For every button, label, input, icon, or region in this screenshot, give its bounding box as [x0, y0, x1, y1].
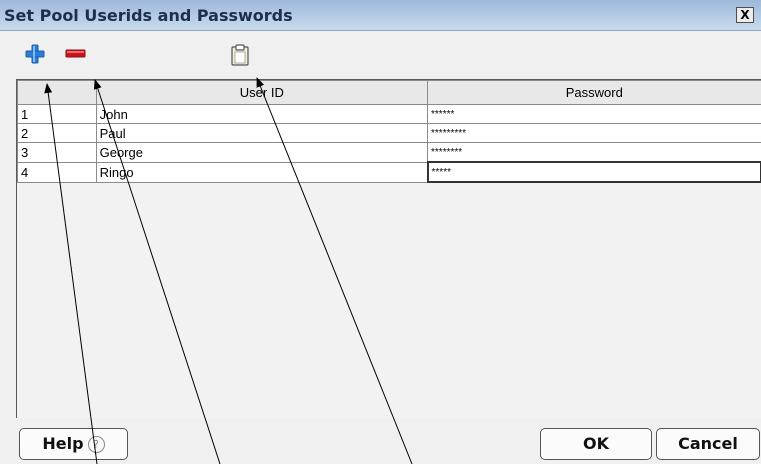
row-number-cell: 1: [17, 104, 97, 124]
row-number-cell: 4: [17, 161, 97, 183]
user-id-cell[interactable]: Paul: [95, 123, 429, 143]
help-icon: ?: [87, 436, 105, 453]
row-number-cell: 3: [17, 142, 97, 163]
help-button[interactable]: Help?: [19, 428, 128, 460]
row-number-cell: 2: [17, 123, 97, 143]
close-button[interactable]: X: [736, 7, 754, 23]
plus-icon: [25, 44, 45, 64]
button-bar: Help? OK Cancel: [0, 418, 761, 464]
dialog-title: Set Pool Userids and Passwords: [4, 6, 293, 25]
table-row[interactable]: 4 Ringo *****: [17, 161, 761, 183]
toolbar: [0, 31, 761, 77]
help-button-label: Help: [42, 434, 84, 453]
table-header-row: User ID Password: [17, 80, 761, 105]
column-header-password[interactable]: Password: [427, 80, 761, 105]
table-row[interactable]: 2 Paul *********: [17, 123, 761, 143]
pool-userids-dialog: Set Pool Userids and Passwords X User ID…: [0, 0, 761, 464]
add-row-button[interactable]: [24, 44, 46, 64]
user-id-cell[interactable]: George: [95, 142, 429, 163]
title-bar: Set Pool Userids and Passwords X: [0, 0, 761, 31]
column-header-number[interactable]: [17, 80, 97, 105]
table-row[interactable]: 1 John ******: [17, 104, 761, 124]
credentials-table: User ID Password 1 John ****** 2 Paul **…: [17, 80, 761, 183]
paste-button[interactable]: [229, 44, 251, 66]
column-header-user-id[interactable]: User ID: [95, 80, 429, 105]
credentials-table-area: User ID Password 1 John ****** 2 Paul **…: [16, 79, 761, 418]
minus-icon: [65, 49, 86, 58]
ok-button[interactable]: OK: [540, 428, 652, 460]
password-cell[interactable]: ******: [427, 104, 761, 124]
password-input-active[interactable]: *****: [426, 161, 761, 183]
remove-row-button[interactable]: [64, 44, 86, 64]
user-id-cell[interactable]: John: [95, 104, 429, 124]
cancel-button[interactable]: Cancel: [656, 428, 760, 460]
password-cell[interactable]: ********: [427, 142, 761, 163]
user-id-cell[interactable]: Ringo: [95, 161, 429, 183]
password-cell[interactable]: *********: [427, 123, 761, 143]
clipboard-icon: [231, 44, 249, 66]
table-row[interactable]: 3 George ********: [17, 142, 761, 163]
